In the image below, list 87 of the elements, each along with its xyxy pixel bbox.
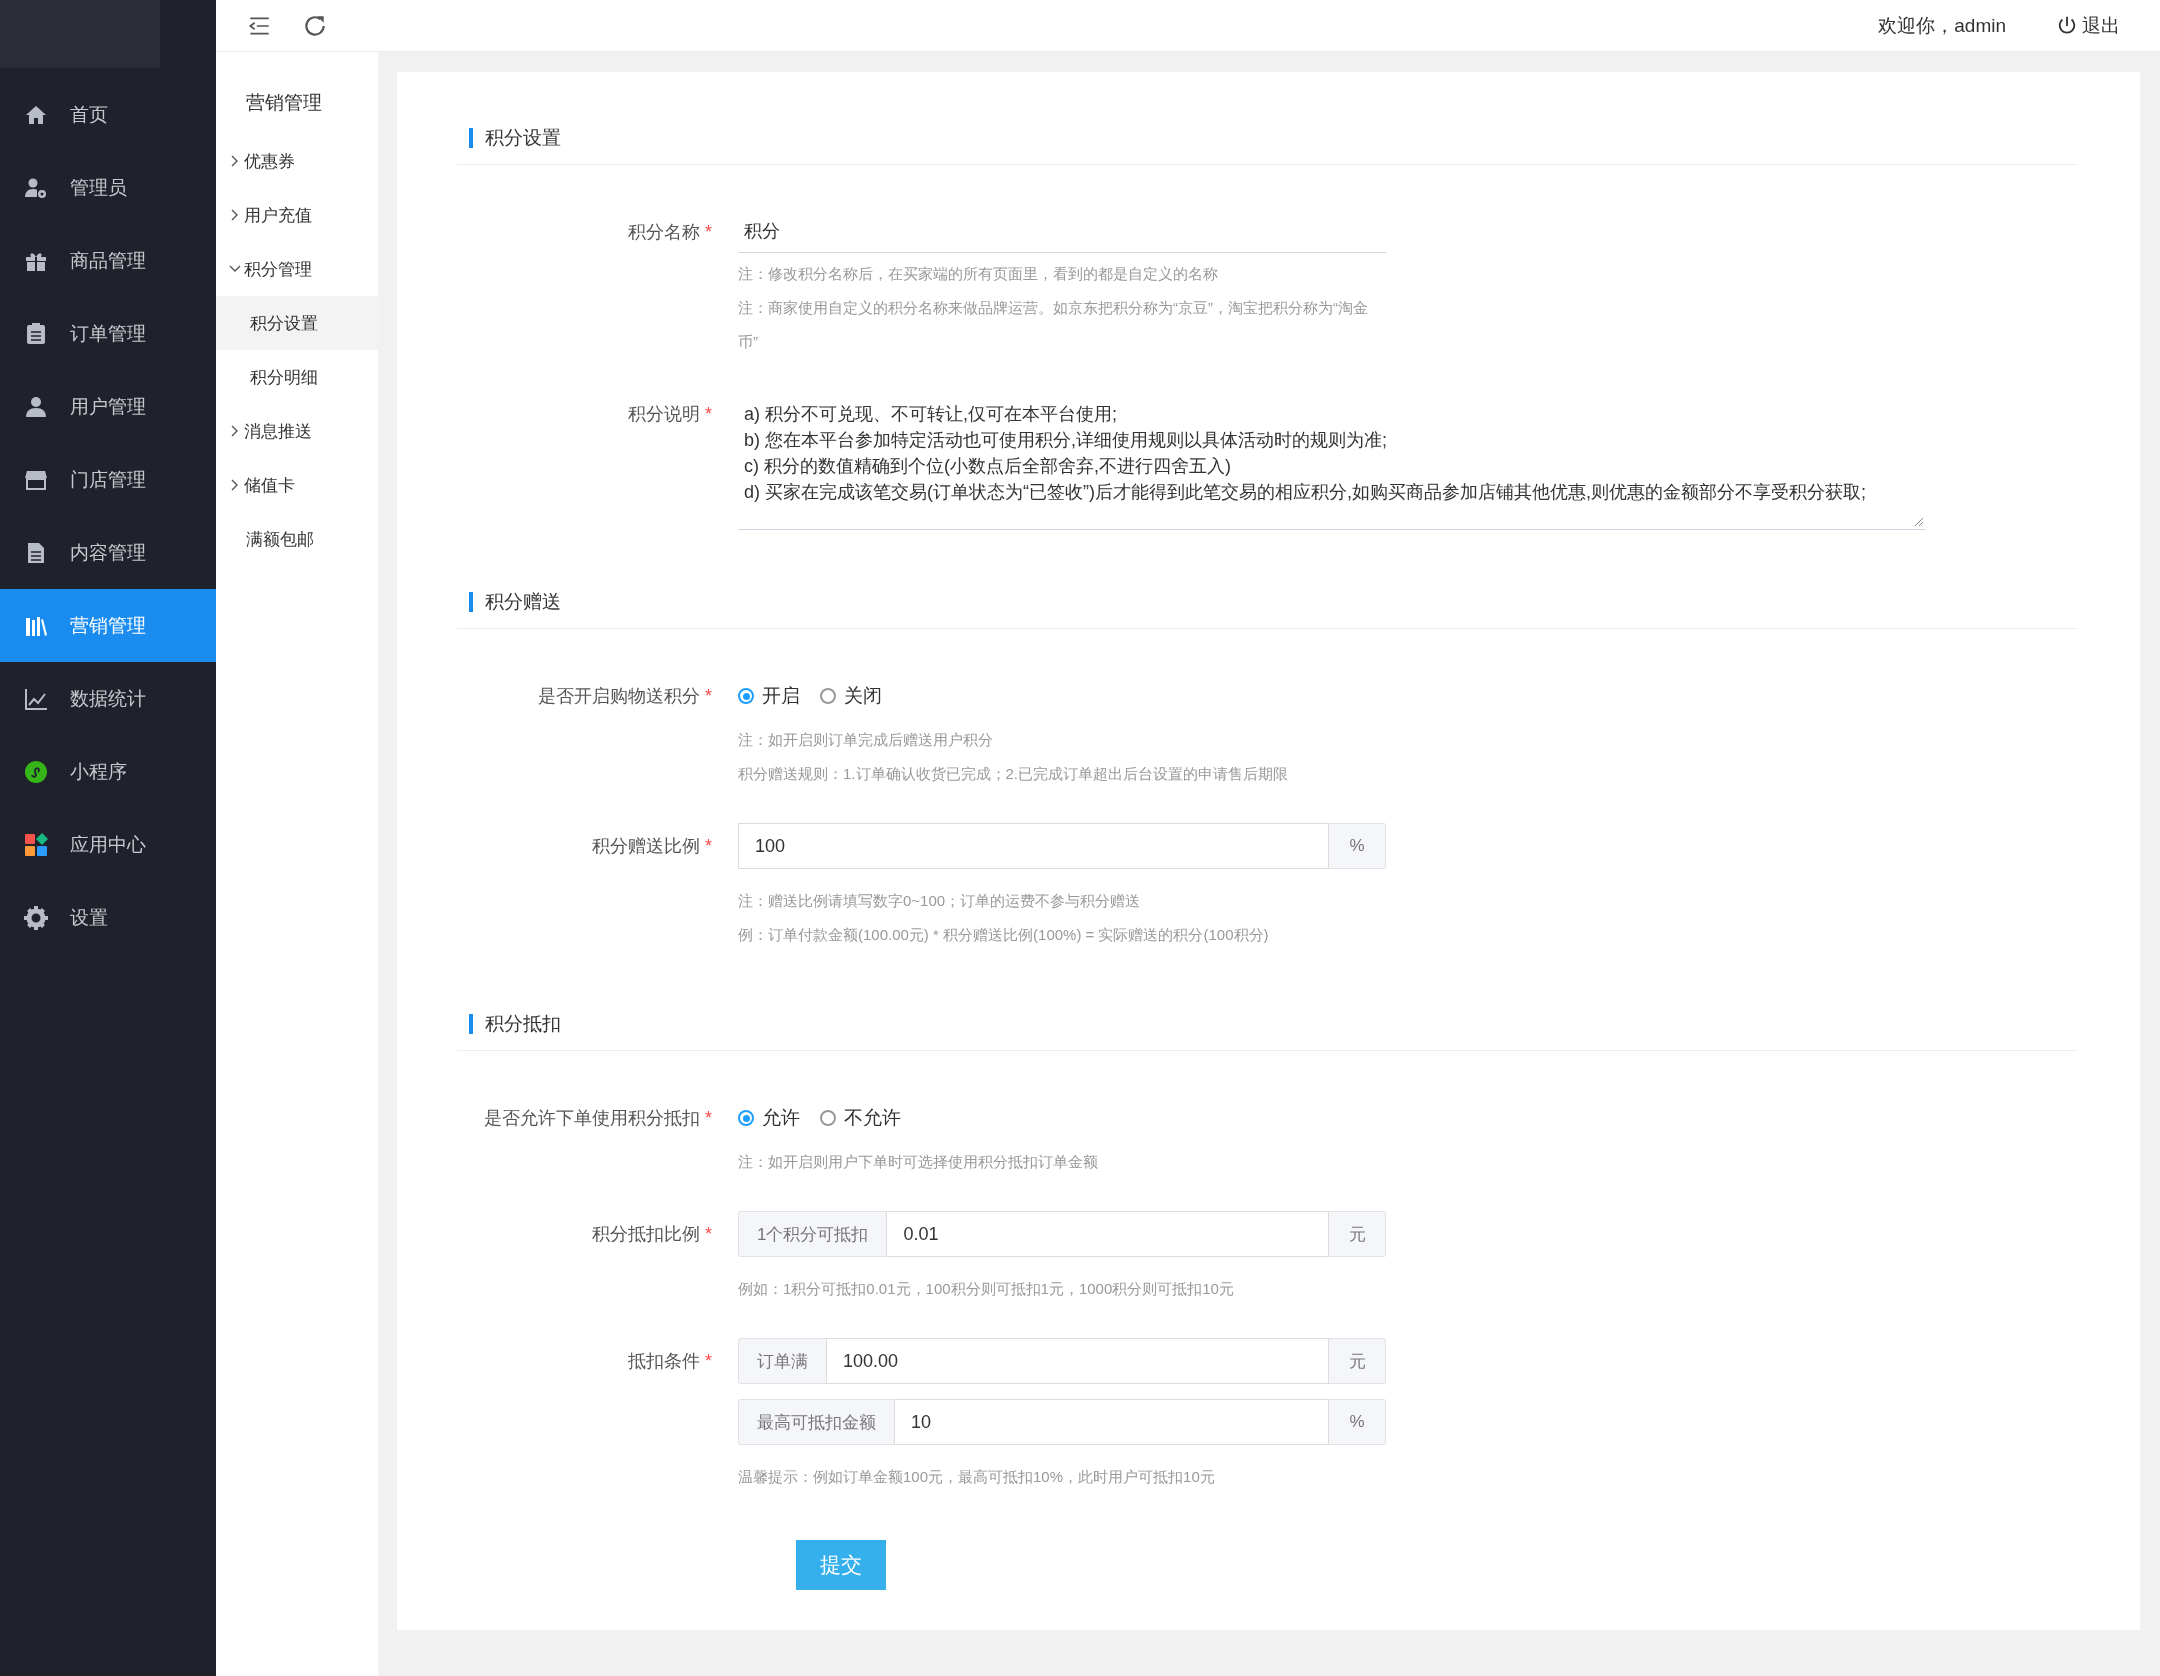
- line-chart-icon: [24, 686, 48, 711]
- nav-label: 数据统计: [70, 686, 146, 711]
- welcome-text: 欢迎你，admin: [1878, 13, 2006, 38]
- radio-icon[interactable]: [738, 1110, 754, 1126]
- prefix-label: 1个积分可抵扣: [738, 1211, 887, 1257]
- submenu-item[interactable]: 消息推送: [216, 404, 378, 458]
- field-label: 是否开启购物送积分: [537, 686, 700, 706]
- field-label: 积分赠送比例: [591, 836, 700, 856]
- text-area[interactable]: a) 积分不可兑现、不可转让,仅可在本平台使用; b) 您在本平台参加特定活动也可使用积分,详细使用规则以具体活动时的规则为准; c) 积分的数值精确到个位(小数点后全部舍弃,不进行四舍五入) d) 买家在完成该笔交易(订单状态为“已签收”)后才能得到此笔交易的相应积分,如购买商品参加店铺其他优惠,则优惠的金额部分不享受积分获取;: [738, 391, 1926, 530]
- nav-item[interactable]: 内容管理: [0, 516, 216, 589]
- user-icon: [24, 394, 48, 419]
- required-mark: *: [705, 836, 712, 856]
- nav-label: 首页: [70, 102, 108, 127]
- submenu-item[interactable]: 积分管理: [216, 242, 378, 296]
- section-title: 积分赠送: [469, 592, 2066, 612]
- nav-item[interactable]: 小程序: [0, 735, 216, 808]
- nav-item[interactable]: 商品管理: [0, 224, 216, 297]
- submenu-item[interactable]: 积分明细: [216, 350, 378, 404]
- settings-icon: [24, 905, 48, 930]
- help-text: 注：如开启则用户下单时可选择使用积分抵扣订单金额: [738, 1152, 1099, 1172]
- submenu-item[interactable]: 满额包邮: [216, 512, 378, 566]
- nav-item[interactable]: 门店管理: [0, 443, 216, 516]
- radio-icon[interactable]: [820, 688, 836, 704]
- field-label: 积分说明: [627, 404, 700, 424]
- submenu-title: 营销管理: [245, 91, 323, 115]
- help-text: 温馨提示：例如订单金额100元，最高可抵扣10%，此时用户可抵扣10元: [738, 1467, 1216, 1487]
- prefix-label: 最高可抵扣金额: [738, 1399, 894, 1445]
- unit-label: 元: [1329, 1211, 1386, 1257]
- nav-label: 订单管理: [70, 321, 146, 346]
- required-mark: *: [705, 1351, 712, 1371]
- help-text: 积分赠送规则：1.订单确认收货已完成；2.已完成订单超出后台设置的申请售后期限: [738, 764, 1290, 784]
- help-text: 注：商家使用自定义的积分名称来做品牌运营。如京东把积分称为“京豆”，淘宝把积分称为“淘金币”: [738, 298, 1368, 352]
- field-label: 积分抵扣比例: [591, 1224, 700, 1244]
- help-text: 注：修改积分名称后，在买家端的所有页面里，看到的都是自定义的名称: [738, 264, 1219, 284]
- field-label: 是否允许下单使用积分抵扣: [483, 1108, 700, 1128]
- nav-item[interactable]: 管理员: [0, 151, 216, 224]
- radio-option[interactable]: 允许: [738, 1105, 800, 1131]
- required-mark: *: [705, 1224, 712, 1244]
- radio-icon[interactable]: [738, 688, 754, 704]
- field-label: 积分名称: [627, 222, 700, 242]
- required-mark: *: [705, 686, 712, 706]
- prefix-label: 订单满: [738, 1338, 826, 1384]
- help-text: 注：如开启则订单完成后赠送用户积分: [738, 730, 994, 750]
- nav-label: 设置: [70, 905, 108, 930]
- nav-label: 门店管理: [70, 467, 146, 492]
- text-input[interactable]: 100.00: [826, 1338, 1329, 1384]
- nav-item[interactable]: 数据统计: [0, 662, 216, 735]
- submenu-item[interactable]: 用户充值: [216, 188, 378, 242]
- nav-item[interactable]: 订单管理: [0, 297, 216, 370]
- nav-item[interactable]: 用户管理: [0, 370, 216, 443]
- mini-program-icon: [24, 759, 48, 784]
- resize-grip-icon[interactable]: [1912, 515, 1924, 527]
- required-mark: *: [705, 1108, 712, 1128]
- text-input[interactable]: 100: [738, 823, 1329, 869]
- text-input[interactable]: 10: [894, 1399, 1329, 1445]
- logout-button[interactable]: 退出: [2056, 12, 2120, 39]
- field-label: 抵扣条件: [627, 1351, 700, 1371]
- required-mark: *: [705, 404, 712, 424]
- radio-option[interactable]: 开启: [738, 683, 800, 709]
- nav-label: 应用中心: [70, 832, 146, 857]
- help-text: 注：赠送比例请填写数字0~100；订单的运费不参与积分赠送: [738, 891, 1142, 911]
- nav-item[interactable]: 设置: [0, 881, 216, 954]
- nav-label: 营销管理: [70, 613, 146, 638]
- section-title: 积分设置: [469, 128, 2066, 148]
- nav-item[interactable]: 首页: [0, 78, 216, 151]
- nav-label: 商品管理: [70, 248, 146, 273]
- nav-label: 管理员: [70, 175, 127, 200]
- section-title: 积分抵扣: [469, 1014, 2066, 1034]
- clipboard-icon: [24, 321, 48, 346]
- submenu-item[interactable]: 储值卡: [216, 458, 378, 512]
- unit-label: %: [1329, 1399, 1386, 1445]
- submenu-item[interactable]: 积分设置: [216, 296, 378, 350]
- help-text: 例：订单付款金额(100.00元) * 积分赠送比例(100%) = 实际赠送的积分(100积分): [738, 925, 1270, 945]
- unit-label: 元: [1329, 1338, 1386, 1384]
- nav-label: 内容管理: [70, 540, 146, 565]
- text-input[interactable]: 0.01: [886, 1211, 1329, 1257]
- nav-label: 用户管理: [70, 394, 146, 419]
- help-text: 例如：1积分可抵扣0.01元，100积分则可抵扣1元，1000积分则可抵扣10元: [738, 1279, 1235, 1299]
- app-grid-icon: [24, 832, 48, 857]
- radio-option[interactable]: 不允许: [820, 1105, 901, 1131]
- nav-label: 小程序: [70, 759, 127, 784]
- nav-item[interactable]: 应用中心: [0, 808, 216, 881]
- submenu-item[interactable]: 优惠券: [216, 134, 378, 188]
- required-mark: *: [705, 222, 712, 242]
- unit-label: %: [1329, 823, 1386, 869]
- radio-option[interactable]: 关闭: [820, 683, 882, 709]
- radio-icon[interactable]: [820, 1110, 836, 1126]
